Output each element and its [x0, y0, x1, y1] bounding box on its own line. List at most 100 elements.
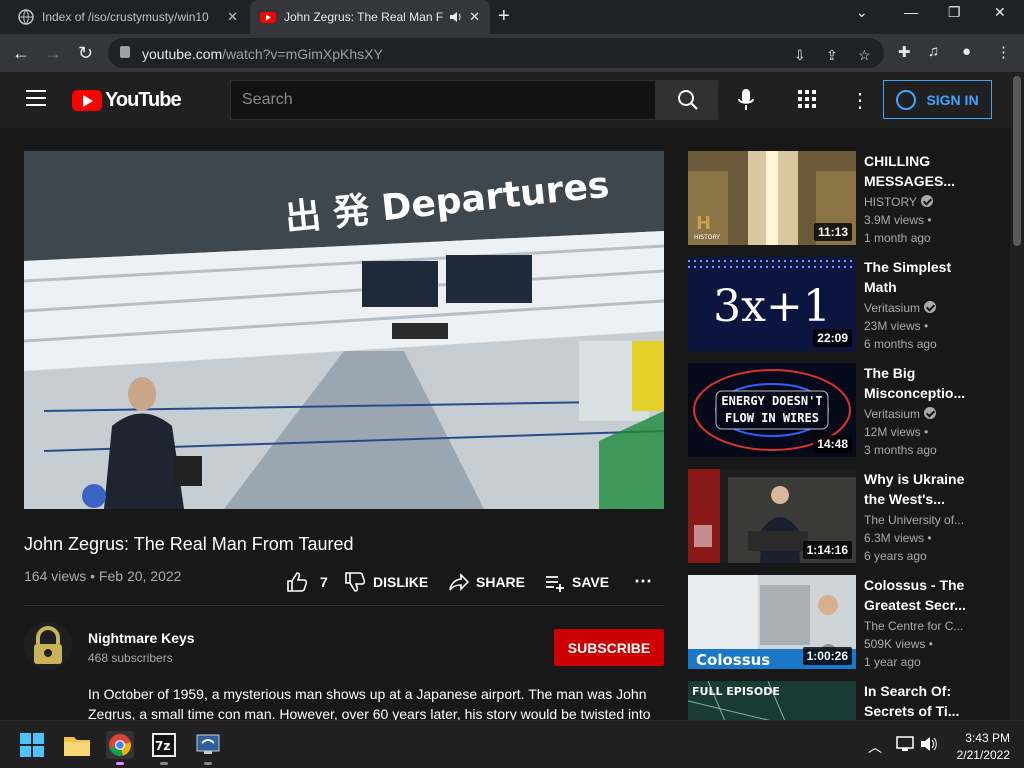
svg-text:H: H [696, 213, 711, 234]
browser-tab-strip: Index of /iso/crustymusty/win10 ✕ John Z… [0, 0, 1024, 34]
video-thumbnail: H HISTORY 11:13 [688, 151, 856, 245]
recommended-title: In Search Of: Secrets of Ti... [864, 683, 960, 719]
video-meta: 164 views • Feb 20, 2022 [24, 568, 182, 584]
recommended-views: 3.9M views • [864, 213, 932, 227]
7zip-button[interactable]: 7z [150, 731, 178, 765]
channel-avatar[interactable] [24, 622, 72, 670]
close-window-button[interactable]: ✕ [994, 4, 1006, 21]
svg-text:7z: 7z [155, 739, 170, 753]
share-button[interactable]: SHARE [448, 571, 525, 593]
restore-button[interactable]: ❐ [948, 4, 961, 21]
video-duration: 22:09 [813, 329, 852, 347]
browser-tab-youtube[interactable]: John Zegrus: The Real Man F ✕ [250, 0, 490, 34]
channel-name[interactable]: Nightmare Keys [88, 630, 195, 646]
recommended-video[interactable]: 3x+1 22:09 The Simplest Math Problem... … [688, 257, 988, 351]
video-thumbnail: 3x+1 22:09 [688, 257, 856, 351]
back-button[interactable]: ← [12, 43, 30, 64]
recommended-title: Colossus - The Greatest Secr... [864, 577, 966, 613]
network-icon[interactable] [896, 736, 914, 752]
recommended-video[interactable]: ENERGY DOESN'T FLOW IN WIRES 14:48 The B… [688, 363, 988, 457]
media-control-icon[interactable]: ♫ [928, 43, 939, 60]
search-input[interactable] [231, 81, 655, 119]
youtube-play-icon [72, 90, 102, 111]
sign-in-button[interactable]: SIGN IN [883, 80, 992, 119]
microphone-icon[interactable] [738, 88, 754, 112]
save-button[interactable]: SAVE [544, 571, 609, 593]
speaker-icon[interactable] [449, 10, 463, 24]
volume-icon[interactable] [920, 736, 938, 752]
url-text[interactable]: youtube.com/watch?v=mGimXpKhsXY [142, 46, 383, 62]
system-clock[interactable]: 3:43 PM 2/21/2022 [944, 730, 1010, 764]
sign-in-label: SIGN IN [926, 91, 979, 108]
recommended-video[interactable]: FULL EPISODE In Search Of: Secrets of Ti… [688, 681, 988, 720]
chrome-button[interactable] [106, 731, 134, 765]
logo-text: YouTube [105, 89, 182, 111]
show-hidden-icons-icon[interactable]: ︿ [868, 737, 882, 757]
thumb-label: FULL EPISODE [692, 685, 780, 698]
browser-tab-index[interactable]: Index of /iso/crustymusty/win10 ✕ [8, 0, 248, 34]
install-app-icon[interactable]: ⇩ [794, 47, 806, 64]
reload-button[interactable]: ↻ [78, 43, 93, 64]
extensions-icon[interactable]: ✚ [898, 43, 911, 61]
recommended-video[interactable]: Colossus 1:00:26 Colossus - The Greatest… [688, 575, 988, 669]
save-label: SAVE [572, 574, 610, 590]
more-actions-icon[interactable]: ⋯ [634, 571, 652, 592]
playlist-add-icon [546, 576, 564, 592]
like-count: 7 [320, 574, 328, 590]
account-circle-icon [896, 89, 917, 110]
video-thumbnail: 1:14:16 [688, 469, 856, 563]
close-tab-icon[interactable]: ✕ [227, 9, 238, 25]
recommended-views: 6.3M views • [864, 531, 932, 545]
search-button[interactable] [656, 80, 718, 120]
lock-icon[interactable] [120, 46, 130, 58]
file-explorer-button[interactable] [63, 731, 91, 759]
recommended-channel: Veritasium [864, 407, 937, 421]
profile-icon[interactable]: ● [962, 43, 971, 60]
open-app-indicator [160, 762, 168, 765]
windows-taskbar: 7z ︿ 3:43 PM 2/21/2022 [0, 720, 1024, 768]
close-tab-icon[interactable]: ✕ [469, 9, 480, 25]
tab-title: Index of /iso/crustymusty/win10 [42, 10, 209, 24]
forward-button[interactable]: → [44, 43, 62, 64]
recommended-video[interactable]: H HISTORY 11:13 CHILLING MESSAGES... HIST… [688, 151, 988, 245]
video-duration: 1:14:16 [802, 541, 852, 559]
search-field[interactable] [230, 80, 656, 120]
settings-more-icon[interactable]: ⋮ [850, 88, 870, 113]
share-icon [449, 573, 470, 591]
thumb-label: HISTORY [694, 234, 720, 241]
tab-search-icon[interactable]: ⌄ [856, 4, 868, 21]
recommended-channel: The Centre for C... [864, 619, 964, 633]
apps-grid-icon[interactable] [798, 90, 816, 108]
thumb-label: ENERGY DOESN'T FLOW IN WIRES [721, 394, 823, 425]
menu-icon[interactable] [26, 90, 46, 106]
recommended-age: 1 year ago [864, 655, 921, 669]
bookmark-star-icon[interactable]: ☆ [858, 47, 871, 64]
recommended-age: 6 months ago [864, 337, 937, 351]
share-page-icon[interactable]: ⇪ [826, 47, 838, 64]
new-tab-button[interactable]: + [498, 6, 510, 26]
verified-check-icon [920, 195, 933, 207]
dislike-button[interactable]: DISLIKE [344, 571, 428, 593]
divider [24, 605, 664, 606]
browser-menu-icon[interactable]: ⋮ [996, 43, 1011, 61]
browser-toolbar: ← → ↻ youtube.com/watch?v=mGimXpKhsXY ⇩ … [0, 34, 1024, 72]
youtube-logo[interactable]: YouTube [72, 89, 182, 112]
address-bar[interactable]: youtube.com/watch?v=mGimXpKhsXY ⇩ ⇪ ☆ [108, 38, 884, 68]
chrome-icon [109, 734, 131, 756]
subscribe-button[interactable]: SUBSCRIBE [554, 629, 664, 666]
remote-desktop-button[interactable] [194, 731, 222, 765]
channel-label: HISTORY [864, 195, 917, 209]
minimize-button[interactable]: — [904, 4, 918, 20]
start-button[interactable] [18, 731, 46, 759]
video-player[interactable]: 出 発 Departures [24, 151, 664, 509]
video-duration: 1:00:26 [802, 647, 852, 665]
recommended-title: CHILLING MESSAGES... [864, 153, 956, 189]
scrollbar-thumb[interactable] [1013, 76, 1021, 246]
recommended-views: 12M views • [864, 425, 929, 439]
like-button[interactable]: 7 [286, 571, 328, 593]
clock-time: 3:43 PM [965, 731, 1010, 745]
tab-title: John Zegrus: The Real Man F [284, 10, 444, 24]
youtube-header: YouTube ⋮ SIGN IN [0, 72, 1010, 128]
recommended-video[interactable]: 1:14:16 Why is Ukraine the West's... The… [688, 469, 988, 563]
recommended-channel: The University of... [864, 513, 965, 527]
